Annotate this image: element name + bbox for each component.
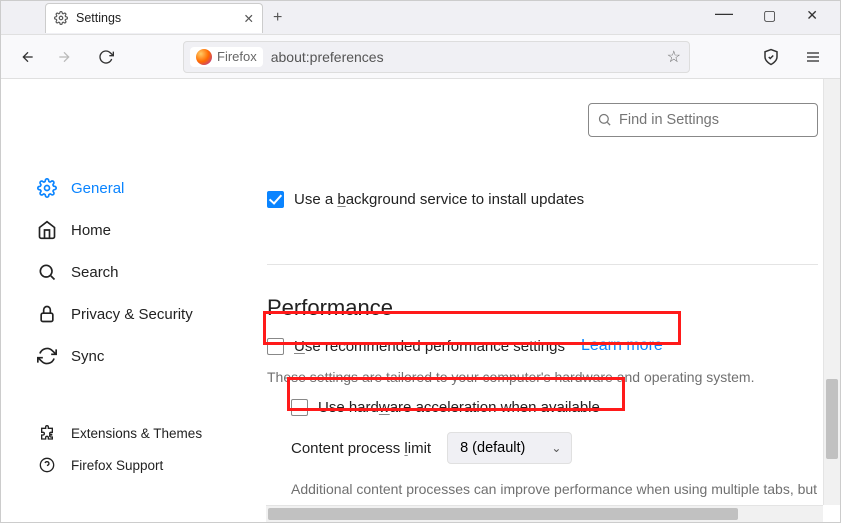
settings-sidebar: General Home Search Privacy & Security S… [1,79,253,522]
vertical-scrollbar[interactable] [823,79,840,505]
gear-icon [54,11,68,25]
tab-title: Settings [76,11,121,25]
window-controls: — ▢ ✕ [715,7,840,28]
sidebar-label: Home [71,222,111,239]
browser-toolbar: Firefox about:preferences ☆ [1,35,840,79]
chevron-down-icon: ⌄ [551,441,561,455]
browser-tab[interactable]: Settings ✕ [45,3,263,33]
forward-button[interactable] [51,44,77,70]
new-tab-button[interactable]: + [273,9,282,27]
maximize-button[interactable]: ▢ [763,7,776,28]
url-text: about:preferences [271,49,384,65]
find-in-settings-input[interactable] [588,103,818,137]
hw-accel-checkbox[interactable] [291,399,308,416]
sidebar-item-sync[interactable]: Sync [37,335,253,377]
recommended-settings-checkbox[interactable] [267,338,284,355]
sync-icon [37,346,57,366]
hw-accel-row: Use hardware acceleration when available [291,399,818,416]
scrollbar-thumb[interactable] [268,508,738,520]
content-area: General Home Search Privacy & Security S… [1,79,840,522]
bg-service-checkbox[interactable] [267,191,284,208]
menu-button[interactable] [800,44,826,70]
horizontal-scrollbar[interactable] [266,505,823,522]
bg-service-label: Use a background service to install upda… [294,191,584,208]
puzzle-icon [37,423,57,443]
recommended-settings-row: Use recommended performance settings Lea… [267,337,818,355]
sidebar-label: Firefox Support [71,458,163,473]
sidebar-item-support[interactable]: Firefox Support [37,449,253,481]
minimize-button[interactable]: — [715,3,733,24]
content-limit-row: Content process limit 8 (default) ⌄ [291,432,818,464]
sidebar-label: General [71,180,124,197]
sidebar-label: Sync [71,348,104,365]
sidebar-item-privacy[interactable]: Privacy & Security [37,293,253,335]
sidebar-item-home[interactable]: Home [37,209,253,251]
address-bar[interactable]: Firefox about:preferences ☆ [183,41,690,73]
tailored-note: These settings are tailored to your comp… [267,369,818,385]
sidebar-item-extensions[interactable]: Extensions & Themes [37,417,253,449]
settings-main: Use a background service to install upda… [253,79,840,522]
sidebar-label: Privacy & Security [71,306,193,323]
home-icon [37,220,57,240]
hw-accel-label: Use hardware acceleration when available [318,399,600,416]
reload-button[interactable] [93,44,119,70]
help-icon [37,455,57,475]
gear-icon [37,178,57,198]
sidebar-item-general[interactable]: General [37,167,253,209]
shield-icon[interactable] [758,44,784,70]
identity-badge[interactable]: Firefox [190,47,263,67]
scrollbar-thumb[interactable] [826,379,838,459]
lock-icon [37,304,57,324]
learn-more-link[interactable]: Learn more [581,337,663,355]
sidebar-label: Extensions & Themes [71,426,202,441]
bg-service-row: Use a background service to install upda… [267,191,818,208]
window-titlebar: Settings ✕ + — ▢ ✕ [1,1,840,35]
firefox-icon [196,49,212,65]
identity-label: Firefox [217,49,257,64]
search-icon [37,262,57,282]
search-icon [597,112,612,132]
sidebar-label: Search [71,264,119,281]
bookmark-star-icon[interactable]: ☆ [667,47,681,67]
recommended-settings-label: Use recommended performance settings [294,338,565,355]
content-limit-label: Content process limit [291,440,431,457]
close-tab-icon[interactable]: ✕ [244,11,254,26]
back-button[interactable] [15,44,41,70]
content-limit-dropdown[interactable]: 8 (default) ⌄ [447,432,572,464]
sidebar-item-search[interactable]: Search [37,251,253,293]
performance-heading: Performance [267,295,818,321]
divider [267,264,818,265]
dropdown-value: 8 (default) [460,440,525,456]
close-window-button[interactable]: ✕ [806,7,818,28]
